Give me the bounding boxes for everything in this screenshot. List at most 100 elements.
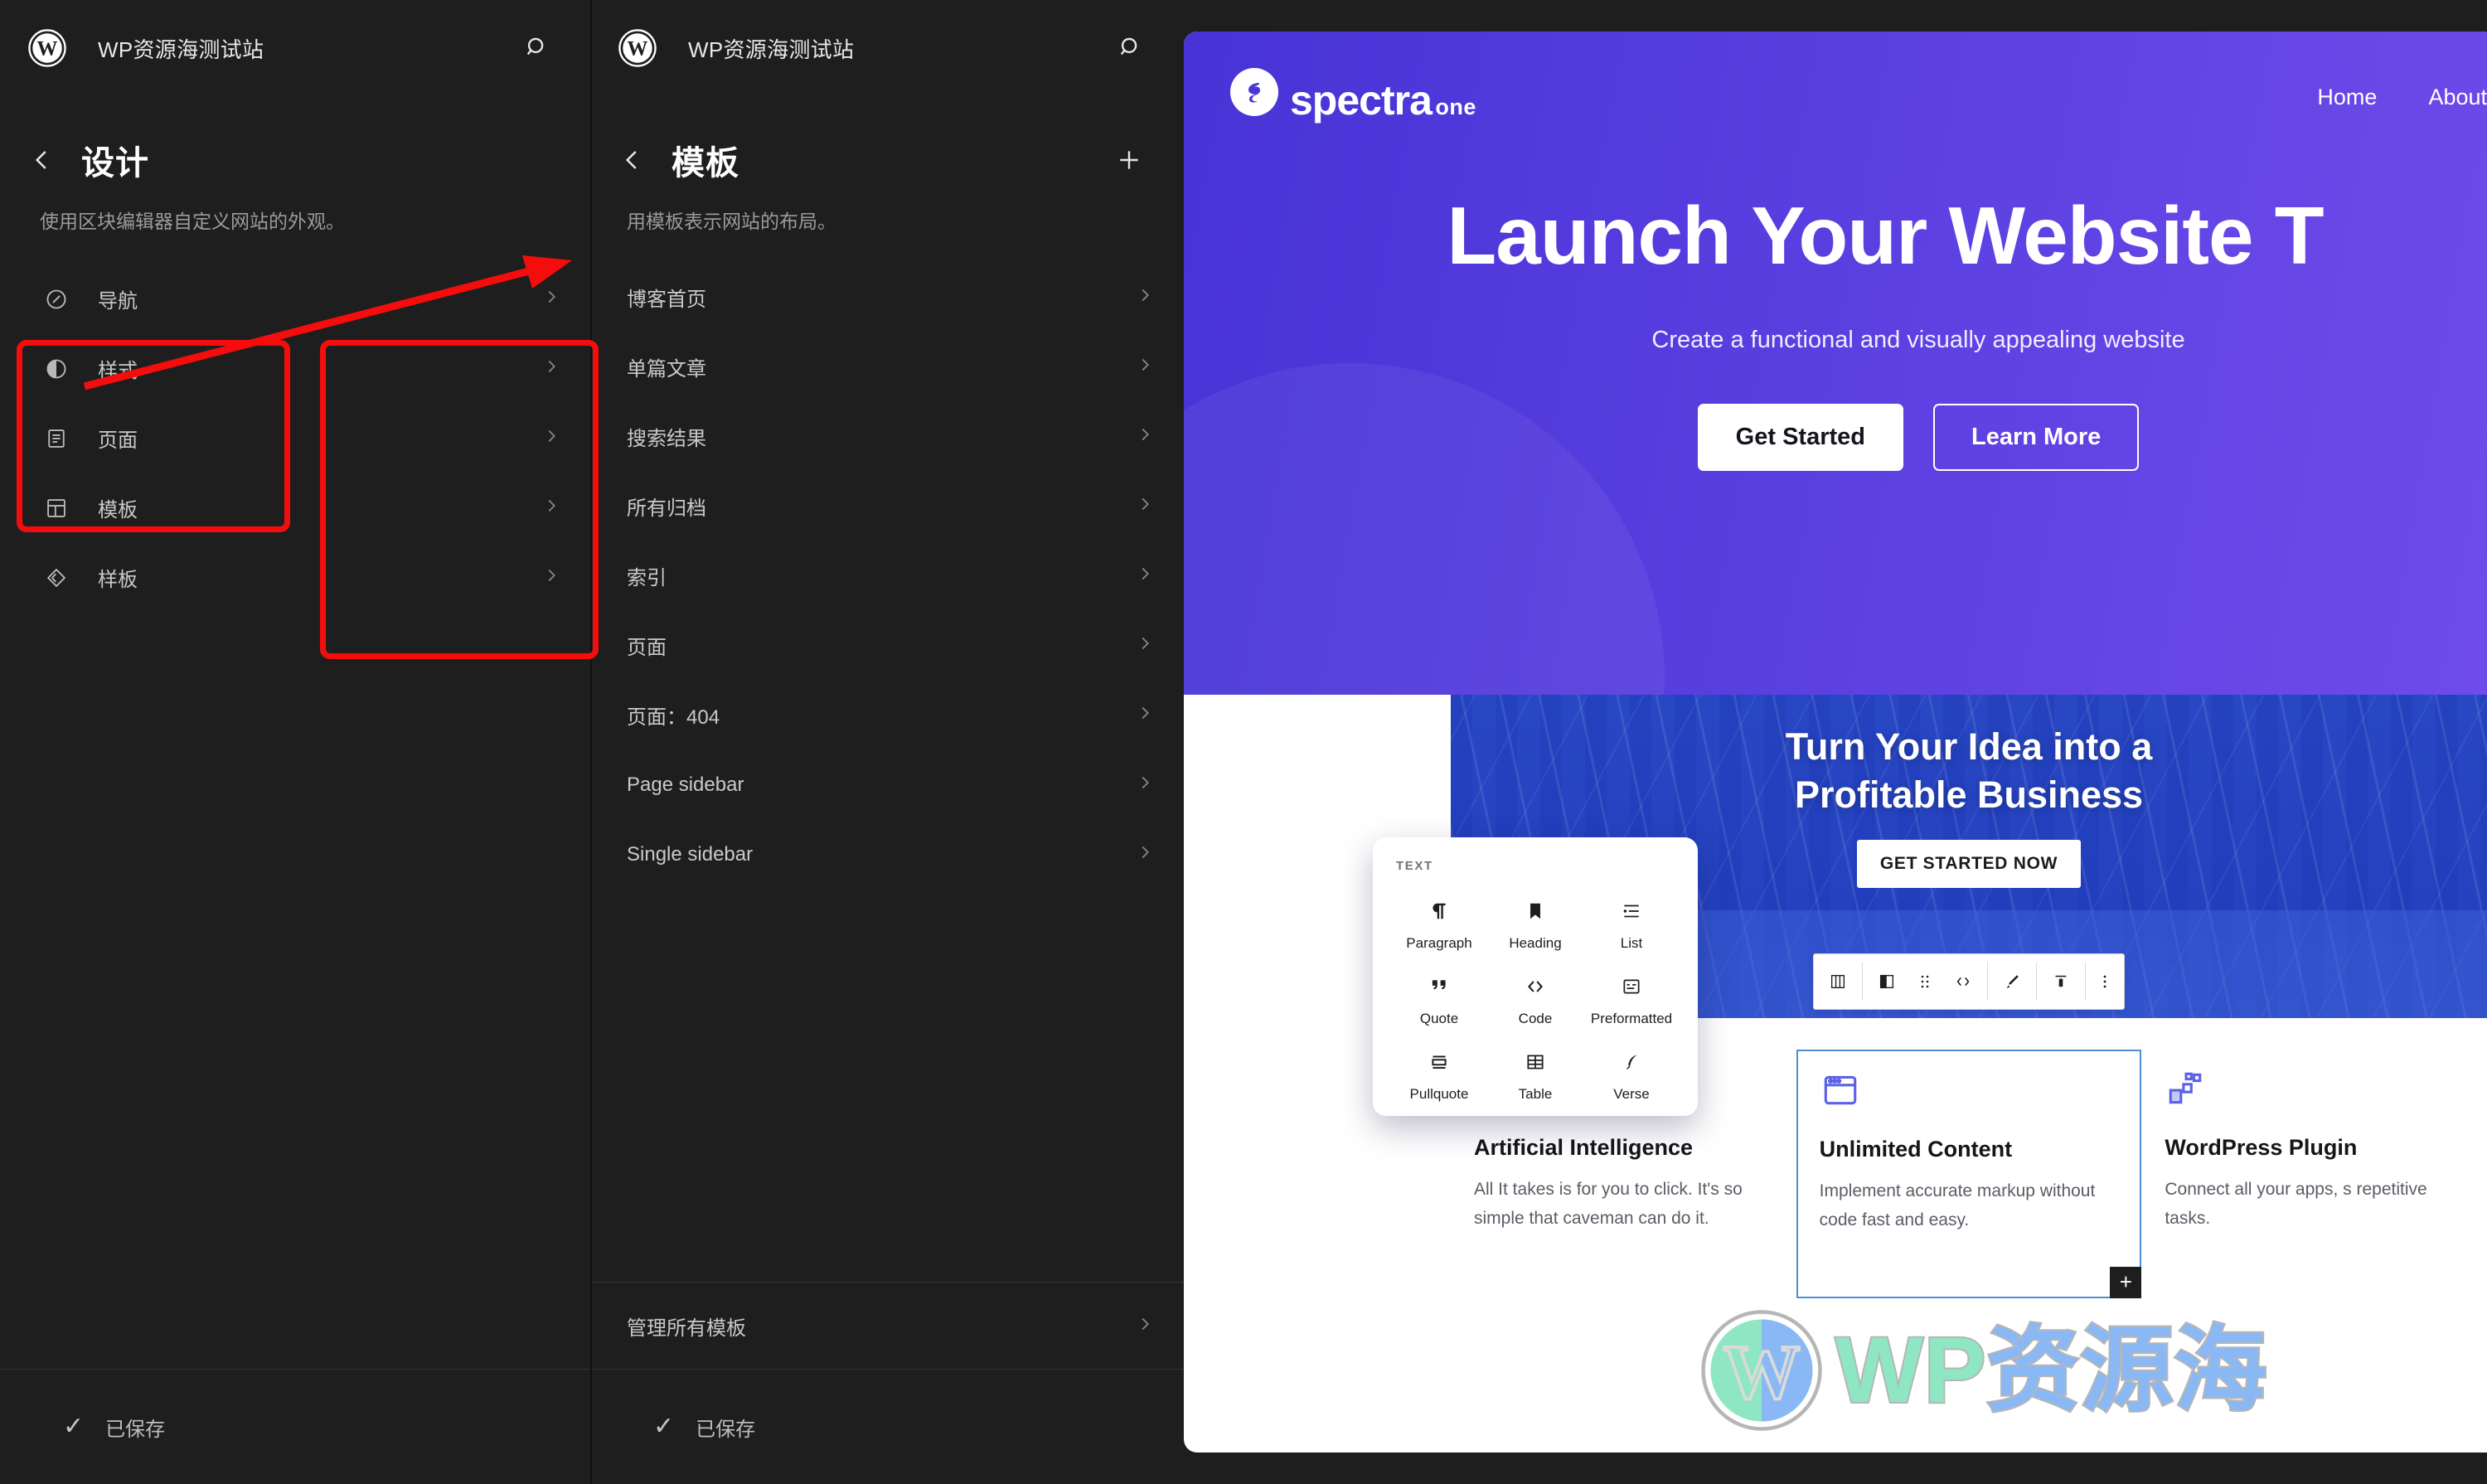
inserter-category-label: TEXT [1396, 859, 1433, 873]
svg-text:W: W [37, 38, 58, 61]
inserter-block-pullquote[interactable]: Pullquote [1391, 1039, 1487, 1108]
get-started-now-button[interactable]: GET STARTED NOW [1856, 840, 2082, 889]
spectra-brand-logo[interactable]: spectra one [1230, 68, 1476, 121]
sidebar-item-navigation[interactable]: 导航 [0, 264, 590, 334]
wordpress-logo-icon[interactable]: W [28, 29, 66, 67]
chevron-right-icon [1136, 843, 1154, 866]
design-section-header: 设计 [0, 96, 590, 184]
inserter-block-label: Heading [1509, 935, 1562, 951]
template-layout-icon [40, 492, 73, 525]
list-item[interactable]: 页面 [590, 611, 1184, 681]
inserter-block-heading[interactable]: Heading [1487, 888, 1583, 957]
hero-heading: Launch Your Website T [1447, 190, 2324, 281]
site-editor-screen: W WP资源海测试站 设计 使用区块编辑器自定义网站的外观。 导航 样式 页面 … [0, 0, 2487, 1484]
inserter-block-code[interactable]: Code [1487, 963, 1583, 1032]
chevron-right-icon [1136, 1315, 1154, 1337]
sidebar-item-templates[interactable]: 模板 [0, 473, 590, 543]
save-status[interactable]: ✓ 已保存 [0, 1370, 590, 1484]
chevron-left-icon[interactable] [23, 141, 61, 179]
align-top-icon[interactable] [2037, 954, 2085, 1009]
templates-description: 用模板表示网站的布局。 [627, 211, 836, 232]
sidebar-item-label: 样式 [98, 360, 138, 382]
list-item[interactable]: 索引 [590, 541, 1184, 611]
design-panel: W WP资源海测试站 设计 使用区块编辑器自定义网站的外观。 导航 样式 页面 … [0, 0, 590, 1484]
site-preview-canvas[interactable]: spectra one Home About Launch Your Websi… [1184, 32, 2487, 1452]
block-inserter-popover[interactable]: TEXT Paragraph Heading List Quote Code P… [1373, 837, 1698, 1116]
hero-content: Launch Your Website T Create a functiona… [1184, 116, 2487, 471]
more-options-icon[interactable] [2086, 954, 2124, 1009]
list-icon [1621, 895, 1642, 928]
block-toolbar[interactable] [1813, 953, 2125, 1010]
move-arrows-icon[interactable] [1939, 954, 1987, 1009]
sidebar-item-styles[interactable]: 样式 [0, 334, 590, 404]
list-item[interactable]: Single sidebar [590, 820, 1184, 890]
inserter-block-label: Verse [1613, 1086, 1650, 1102]
template-name: 页面 [627, 637, 667, 659]
inserter-block-paragraph[interactable]: Paragraph [1391, 888, 1487, 957]
block-toolbar-group-type [1814, 954, 1862, 1009]
save-status-label: 已保存 [105, 1418, 166, 1441]
sidebar-item-label: 样板 [98, 569, 138, 591]
chevron-right-icon [1136, 774, 1154, 796]
template-name: 所有归档 [627, 497, 706, 520]
nav-link-about[interactable]: About [2428, 85, 2487, 110]
templates-panel-spacer [590, 890, 1184, 1283]
feature-card-unlimited-content[interactable]: Unlimited Content Implement accurate mar… [1796, 1050, 2142, 1298]
plus-icon[interactable]: + [2110, 1267, 2142, 1298]
chevron-left-icon[interactable] [613, 141, 652, 179]
feature-title: WordPress Plugin [2165, 1135, 2358, 1160]
page-title: 模板 [671, 145, 739, 182]
inserter-block-label: Pullquote [1409, 1086, 1469, 1102]
table-icon [1525, 1045, 1546, 1079]
inserter-block-label: Table [1518, 1086, 1553, 1102]
sidebar-item-label: 页面 [98, 429, 138, 452]
list-item[interactable]: Page sidebar [590, 750, 1184, 820]
page-document-icon [40, 422, 73, 455]
get-started-button[interactable]: Get Started [1697, 403, 1903, 471]
list-item[interactable]: 所有归档 [590, 472, 1184, 541]
inserter-block-list[interactable]: List [1583, 888, 1680, 957]
inserter-block-label: Quote [1419, 1011, 1459, 1026]
browser-window-icon [1820, 1075, 1861, 1114]
chevron-right-icon [1136, 495, 1154, 517]
sidebar-item-pages[interactable]: 页面 [0, 404, 590, 473]
learn-more-button[interactable]: Learn More [1933, 403, 2140, 471]
checkmark-icon: ✓ [653, 1413, 675, 1440]
inserter-block-quote[interactable]: Quote [1391, 963, 1487, 1032]
sidebar-item-patterns[interactable]: 样板 [0, 543, 590, 613]
chevron-right-icon [1136, 704, 1154, 726]
wordpress-logo-icon[interactable]: W [618, 29, 657, 67]
columns-block-icon[interactable] [1814, 954, 1862, 1009]
manage-all-templates-button[interactable]: 管理所有模板 [590, 1283, 1184, 1369]
chevron-right-icon [542, 427, 560, 449]
list-item[interactable]: 博客首页 [590, 263, 1184, 332]
cta-heading-line-1: Turn Your Idea into a [1785, 725, 2153, 768]
chevron-right-icon [542, 566, 560, 589]
search-icon[interactable] [1111, 28, 1151, 68]
plus-icon[interactable] [1108, 138, 1151, 182]
quote-marks-icon [1428, 970, 1450, 1003]
column-block-icon[interactable] [1863, 954, 1911, 1009]
list-item[interactable]: 页面：404 [590, 681, 1184, 750]
verse-feather-icon [1621, 1045, 1642, 1079]
nav-link-home[interactable]: Home [2317, 85, 2377, 110]
inserter-block-label: List [1620, 935, 1643, 951]
drag-handle-icon[interactable] [1911, 954, 1939, 1009]
feature-description: Implement accurate markup without code f… [1819, 1181, 2096, 1229]
preview-navbar: spectra one Home About [1184, 32, 2487, 121]
search-icon[interactable] [517, 28, 557, 68]
list-item[interactable]: 搜索结果 [590, 402, 1184, 472]
inserter-block-preformatted[interactable]: Preformatted [1583, 963, 1680, 1032]
checkmark-icon: ✓ [63, 1413, 85, 1440]
inserter-block-verse[interactable]: Verse [1583, 1039, 1680, 1108]
paintbrush-icon[interactable] [1988, 954, 2036, 1009]
feature-card-wordpress-plugin[interactable]: WordPress Plugin Connect all your apps, … [2141, 1068, 2487, 1267]
chevron-right-icon [1136, 286, 1154, 308]
inserter-block-table[interactable]: Table [1487, 1039, 1583, 1108]
list-item[interactable]: 单篇文章 [590, 332, 1184, 402]
hero-section: spectra one Home About Launch Your Websi… [1184, 32, 2487, 695]
chevron-right-icon [1136, 425, 1154, 448]
save-status[interactable]: ✓ 已保存 [590, 1370, 1184, 1484]
chevron-right-icon [1136, 634, 1154, 657]
page-title: 设计 [81, 145, 149, 182]
